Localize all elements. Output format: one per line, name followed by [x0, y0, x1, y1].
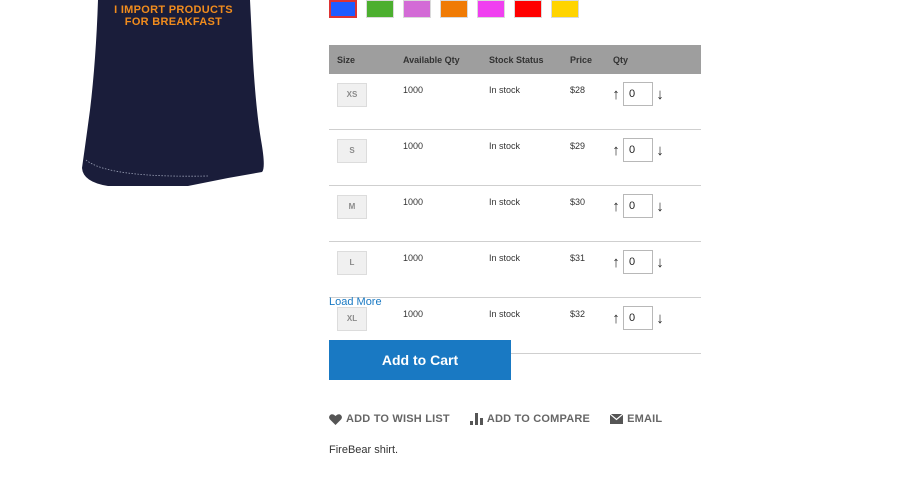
- arrow-up-icon[interactable]: ↑: [611, 87, 621, 102]
- price-cell: $28: [562, 74, 605, 130]
- size-badge: S: [337, 139, 367, 163]
- qty-input[interactable]: [623, 82, 653, 106]
- table-header-row: Size Available Qty Stock Status Price Qt…: [329, 45, 701, 74]
- available-qty-cell: 1000: [395, 241, 481, 298]
- arrow-down-icon[interactable]: ↓: [655, 255, 665, 270]
- qty-cell: ↑ ↓: [605, 241, 701, 298]
- color-swatches: [329, 0, 588, 18]
- price-cell: $29: [562, 129, 605, 186]
- size-cell: XS: [329, 74, 395, 130]
- price-cell: $32: [562, 297, 605, 354]
- load-more-link[interactable]: Load More: [329, 296, 382, 308]
- size-cell: M: [329, 185, 395, 242]
- size-badge: XS: [337, 83, 367, 107]
- shirt-print-line-2: FOR BREAKFAST: [124, 16, 223, 28]
- product-description: FireBear shirt.: [329, 444, 399, 456]
- header-size: Size: [329, 45, 395, 74]
- arrow-down-icon[interactable]: ↓: [655, 199, 665, 214]
- available-qty-cell: 1000: [395, 129, 481, 186]
- header-qty: Qty: [605, 45, 701, 74]
- color-swatch[interactable]: [403, 0, 431, 18]
- color-swatch[interactable]: [440, 0, 468, 18]
- product-image: [78, 0, 268, 192]
- quantity-stepper: ↑ ↓: [611, 250, 701, 274]
- heart-icon: [329, 413, 342, 425]
- add-to-cart-button[interactable]: Add to Cart: [329, 340, 511, 380]
- qty-input[interactable]: [623, 194, 653, 218]
- arrow-down-icon[interactable]: ↓: [655, 87, 665, 102]
- size-badge: L: [337, 251, 367, 275]
- color-swatch[interactable]: [514, 0, 542, 18]
- quantity-stepper: ↑ ↓: [611, 194, 701, 218]
- qty-input[interactable]: [623, 306, 653, 330]
- stock-status-cell: In stock: [481, 74, 562, 130]
- arrow-up-icon[interactable]: ↑: [611, 199, 621, 214]
- available-qty-cell: 1000: [395, 74, 481, 130]
- size-badge: XL: [337, 307, 367, 331]
- color-swatch[interactable]: [551, 0, 579, 18]
- product-actions: ADD TO WISH LIST ADD TO COMPARE EMAIL: [329, 413, 682, 425]
- quantity-stepper: ↑ ↓: [611, 138, 701, 162]
- wish-list-label: ADD TO WISH LIST: [346, 413, 450, 425]
- table-row: S 1000 In stock $29 ↑ ↓: [329, 129, 701, 186]
- email-link[interactable]: EMAIL: [610, 413, 662, 425]
- arrow-up-icon[interactable]: ↑: [611, 143, 621, 158]
- qty-cell: ↑ ↓: [605, 74, 701, 130]
- quantity-stepper: ↑ ↓: [611, 306, 701, 330]
- size-cell: L: [329, 241, 395, 298]
- header-available-qty: Available Qty: [395, 45, 481, 74]
- add-to-wish-list-link[interactable]: ADD TO WISH LIST: [329, 413, 450, 425]
- size-badge: M: [337, 195, 367, 219]
- add-to-compare-link[interactable]: ADD TO COMPARE: [469, 413, 591, 425]
- shirt-print-text: I IMPORT PRODUCTS FOR BREAKFAST: [80, 4, 267, 28]
- email-label: EMAIL: [627, 413, 663, 425]
- color-swatch[interactable]: [329, 0, 357, 18]
- qty-input[interactable]: [623, 138, 653, 162]
- table-row: L 1000 In stock $31 ↑ ↓: [329, 241, 701, 298]
- arrow-down-icon[interactable]: ↓: [655, 143, 665, 158]
- qty-cell: ↑ ↓: [605, 129, 701, 186]
- stock-status-cell: In stock: [481, 241, 562, 298]
- stock-status-cell: In stock: [481, 185, 562, 242]
- available-qty-cell: 1000: [395, 185, 481, 242]
- shirt-print-line-1: I IMPORT PRODUCTS: [114, 4, 233, 16]
- price-cell: $30: [562, 185, 605, 242]
- arrow-up-icon[interactable]: ↑: [611, 255, 621, 270]
- table-row: XS 1000 In stock $28 ↑ ↓: [329, 74, 701, 130]
- table-row: M 1000 In stock $30 ↑ ↓: [329, 185, 701, 242]
- arrow-up-icon[interactable]: ↑: [611, 311, 621, 326]
- bar-chart-icon: [469, 413, 483, 425]
- header-price: Price: [562, 45, 605, 74]
- envelope-icon: [610, 414, 624, 424]
- color-swatch[interactable]: [477, 0, 505, 18]
- color-swatch[interactable]: [366, 0, 394, 18]
- arrow-down-icon[interactable]: ↓: [655, 311, 665, 326]
- header-stock-status: Stock Status: [481, 45, 562, 74]
- compare-label: ADD TO COMPARE: [486, 413, 591, 425]
- size-stock-table: Size Available Qty Stock Status Price Qt…: [329, 45, 701, 354]
- size-cell: S: [329, 129, 395, 186]
- price-cell: $31: [562, 241, 605, 298]
- stock-status-cell: In stock: [481, 129, 562, 186]
- quantity-stepper: ↑ ↓: [611, 82, 701, 106]
- qty-input[interactable]: [623, 250, 653, 274]
- qty-cell: ↑ ↓: [605, 297, 701, 354]
- qty-cell: ↑ ↓: [605, 185, 701, 242]
